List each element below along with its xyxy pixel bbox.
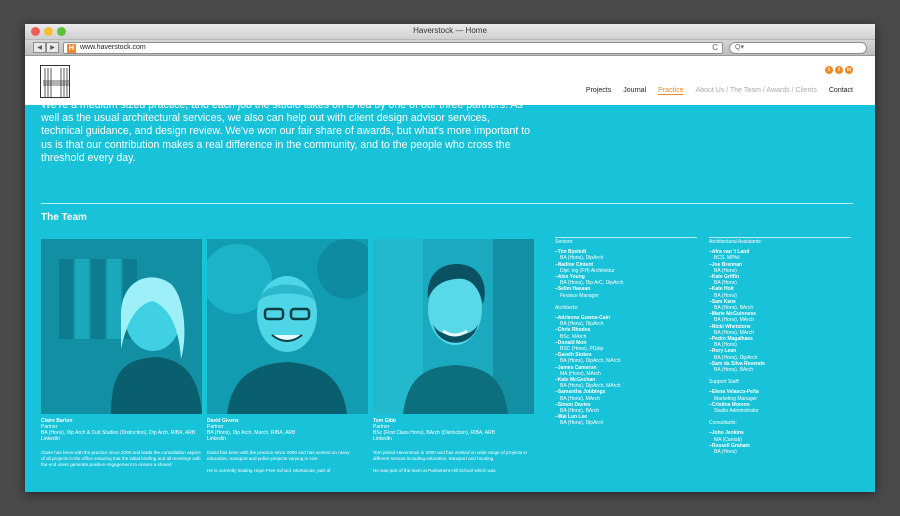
partner-photo	[373, 239, 534, 414]
back-button[interactable]: ◀	[33, 42, 46, 53]
partner-card: David Givens Partner BA (Hons), Dip Arch…	[207, 239, 368, 474]
partner-bio-continued: He is currently leading Hope Free School…	[207, 468, 331, 473]
staff-qualification: Studio Administrator	[714, 408, 759, 415]
seniors-heading: Seniors:	[555, 239, 574, 245]
partner-photo	[207, 239, 368, 414]
section-divider	[41, 203, 853, 204]
linkedin-link[interactable]: LinkedIn	[207, 436, 368, 442]
staff-column-assistants-support: Architectural Assistants: –Afra van 't L…	[709, 239, 851, 455]
linkedin-icon[interactable]: in	[845, 66, 853, 74]
reload-icon[interactable]: C	[712, 43, 718, 52]
staff-qualification: BA (Hons), BArch	[714, 367, 754, 374]
social-links: t f in	[825, 66, 853, 74]
site-favicon-icon: H	[67, 44, 76, 53]
seniors-list: –Tim Bystedt BA (Hons), DipArch –Nadine Ci…	[555, 249, 703, 299]
partner-bio: David has been with the practice since 2…	[207, 450, 350, 461]
practice-content: We're a medium sized practice, and each …	[25, 105, 875, 492]
partner-bio-continued: He was part of the team at Parliament Hi…	[373, 468, 496, 473]
column-rule	[555, 237, 697, 238]
logo-mark-icon	[43, 68, 69, 97]
staff-column-seniors-architects: Seniors: –Tim Bystedt BA (Hons), DipArch –…	[555, 239, 703, 427]
architects-heading: Architects:	[555, 304, 579, 311]
partner-card: Claire Barton Partner BA (Hons), Dip Arc…	[41, 239, 202, 468]
partner-card: Tom Gibb Partner BSc (First Class Hons),…	[373, 239, 534, 474]
assistants-heading: Architectural Assistants:	[709, 239, 763, 245]
linkedin-link[interactable]: LinkedIn	[41, 436, 202, 442]
site-header: t f in Projects Journal Practice About U…	[25, 57, 875, 105]
partner-bio: Claire has been with the practice since …	[41, 450, 201, 467]
support-list: –Elena Velasco-Peña Marketing Manager –Cri…	[709, 389, 851, 414]
facebook-icon[interactable]: f	[835, 66, 843, 74]
nav-practice-subnav[interactable]: About Us / The Team / Awards / Clients	[695, 87, 816, 95]
support-heading: Support Staff:	[709, 379, 740, 386]
window-title: Haverstock — Home	[413, 26, 487, 35]
website: t f in Projects Journal Practice About U…	[25, 57, 875, 492]
partner-photo	[41, 239, 202, 414]
staff-qualification: BA (Hons)	[714, 449, 737, 456]
team-heading: The Team	[41, 212, 87, 223]
nav-contact[interactable]: Contact	[829, 87, 853, 95]
consultants-list: –John Jenkins MA (Cantab) –Russell Graham B…	[709, 430, 851, 455]
history-buttons: ◀ ▶	[33, 42, 59, 53]
main-nav: Projects Journal Practice About Us / The…	[586, 87, 853, 95]
browser-window: Haverstock — Home ◀ ▶ H www.haverstock.c…	[25, 24, 875, 492]
twitter-icon[interactable]: t	[825, 66, 833, 74]
consultants-heading: Consultants:	[709, 420, 737, 427]
address-bar[interactable]: H www.haverstock.com C	[63, 42, 723, 54]
forward-button[interactable]: ▶	[46, 42, 59, 53]
url-text: www.haverstock.com	[80, 44, 146, 51]
title-bar: Haverstock — Home	[25, 24, 875, 40]
nav-projects[interactable]: Projects	[586, 87, 611, 95]
staff-qualification: Finance Manager	[560, 292, 599, 299]
staff-qualification: BA (Hons), DipArch	[560, 420, 604, 427]
nav-practice[interactable]: Practice	[658, 87, 684, 95]
browser-toolbar: ◀ ▶ H www.haverstock.com C Q▾	[25, 40, 875, 56]
nav-journal[interactable]: Journal	[623, 87, 646, 95]
haverstock-logo[interactable]	[40, 65, 70, 98]
architects-list: –Adrienne Gowne-Cain BA (Hons), DipArch –C…	[555, 315, 703, 427]
intro-paragraph: We're a medium sized practice, and each …	[41, 105, 531, 164]
linkedin-link[interactable]: LinkedIn	[373, 436, 534, 442]
assistants-list: –Afra van 't Land BCS, MPhil –Joe Brennan B…	[709, 249, 851, 373]
column-rule	[709, 237, 851, 238]
partner-bio: Tom joined Haverstock in 2000 and has wo…	[373, 450, 527, 461]
search-field[interactable]: Q▾	[729, 42, 867, 54]
partner-quals: BA (Hons), Dip Arch & Cult Studies (Dist…	[41, 430, 196, 436]
